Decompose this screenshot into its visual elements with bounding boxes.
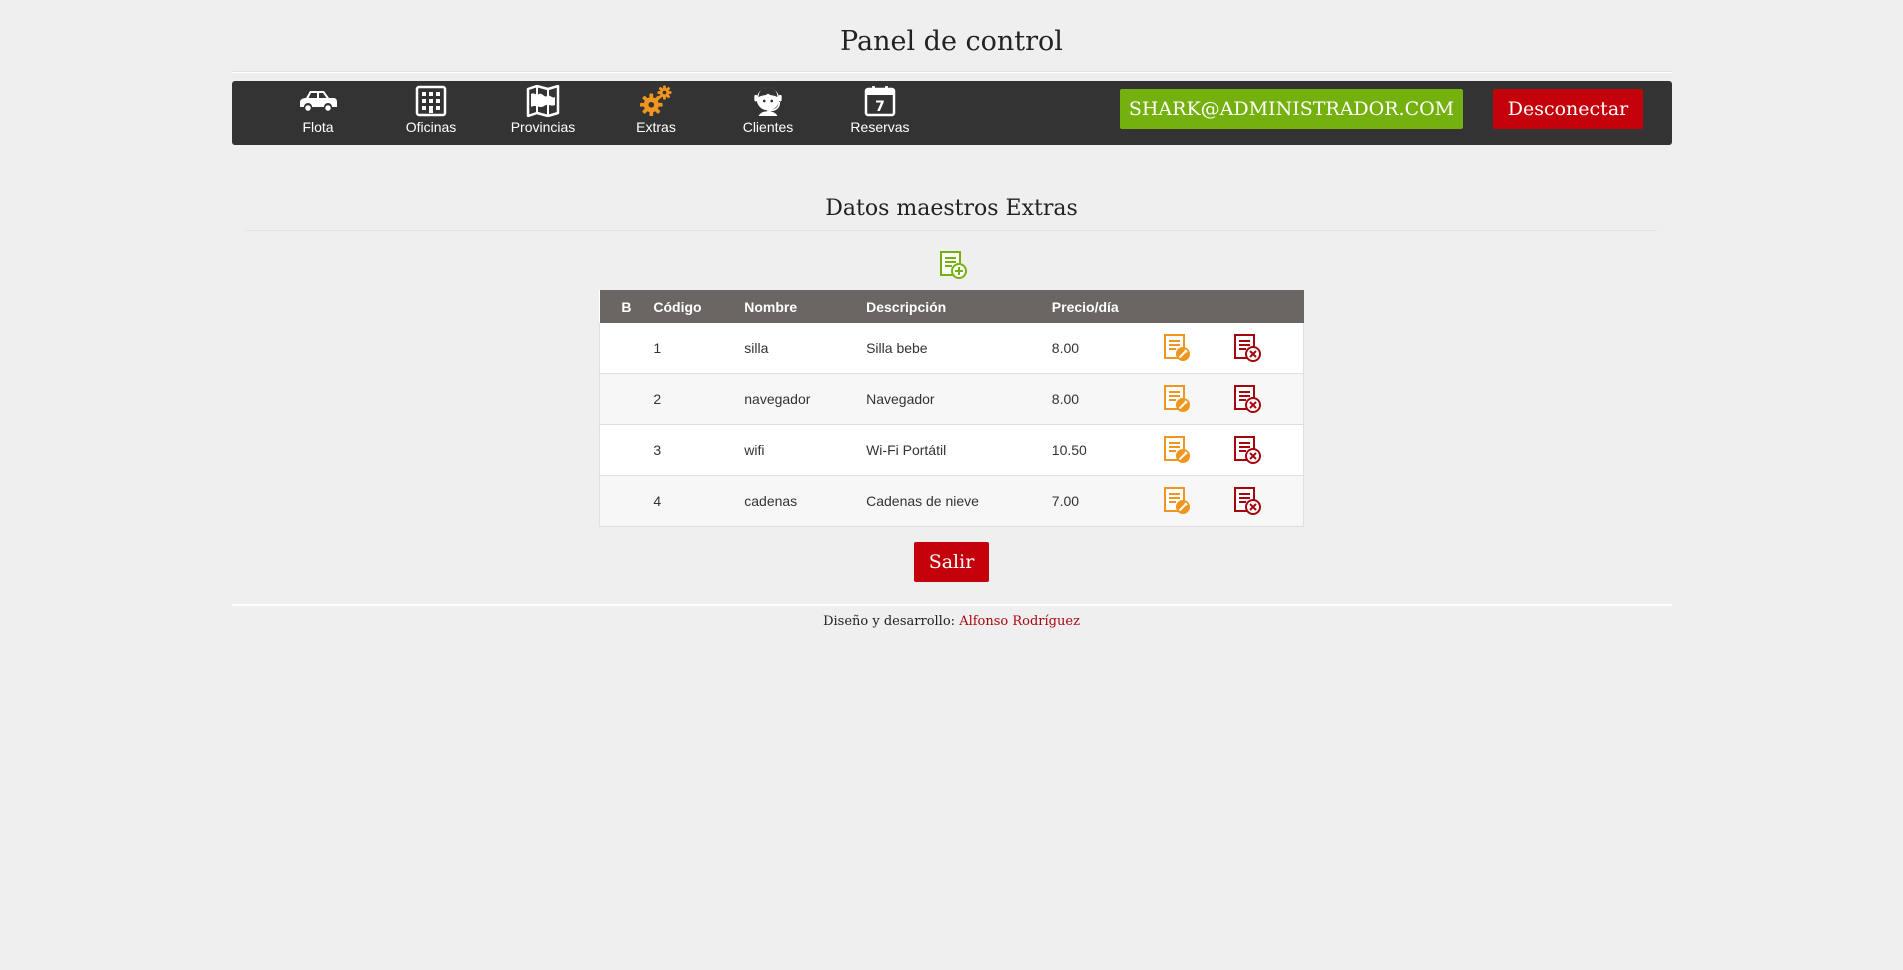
footer: Diseño y desarrollo: Alfonso Rodríguez xyxy=(0,614,1903,629)
col-header-edit xyxy=(1161,290,1232,323)
nav-item-clientes[interactable]: Clientes xyxy=(718,85,818,141)
map-icon xyxy=(526,85,560,117)
section-divider xyxy=(245,230,1657,231)
edit-button[interactable] xyxy=(1162,435,1192,465)
cell-codigo: 1 xyxy=(653,323,745,374)
nav-item-reservas[interactable]: 7 Reservas xyxy=(830,85,930,141)
edit-button[interactable] xyxy=(1162,384,1192,414)
cell-delete xyxy=(1231,323,1304,374)
table-row: 1 silla Silla bebe 8.00 xyxy=(599,323,1304,374)
cell-codigo: 3 xyxy=(653,424,745,476)
cell-precio: 8.00 xyxy=(1051,323,1162,374)
car-icon xyxy=(300,91,337,113)
nav-item-oficinas[interactable]: Oficinas xyxy=(381,85,481,141)
edit-button[interactable] xyxy=(1162,486,1192,516)
cell-descripcion: Navegador xyxy=(866,373,1052,425)
cell-precio: 10.50 xyxy=(1051,424,1162,476)
cell-b xyxy=(599,323,654,374)
cell-edit xyxy=(1161,323,1232,374)
col-header-descripcion: Descripción xyxy=(866,290,1052,323)
footer-credit-label: Diseño y desarrollo: xyxy=(823,614,956,629)
edit-icon xyxy=(1163,436,1190,463)
cell-b xyxy=(599,424,654,476)
table-row: 2 navegador Navegador 8.00 xyxy=(599,373,1304,425)
section-title: Datos maestros Extras xyxy=(825,196,1078,221)
delete-button[interactable] xyxy=(1232,333,1262,363)
table-row: 4 cadenas Cadenas de nieve 7.00 xyxy=(599,475,1304,527)
cell-codigo: 2 xyxy=(653,373,745,425)
edit-button[interactable] xyxy=(1162,333,1192,363)
user-account-button[interactable]: SHARK@ADMINISTRADOR.COM xyxy=(1120,89,1463,129)
cell-descripcion: Wi-Fi Portátil xyxy=(866,424,1052,476)
cell-precio: 8.00 xyxy=(1051,373,1162,425)
delete-button[interactable] xyxy=(1232,435,1262,465)
col-header-precio: Precio/día xyxy=(1051,290,1162,323)
edit-icon xyxy=(1163,487,1190,514)
cell-delete xyxy=(1231,373,1304,425)
table-header-row: B Código Nombre Descripción Precio/día xyxy=(599,290,1304,323)
delete-icon xyxy=(1233,436,1261,464)
nav-label: Extras xyxy=(636,119,676,135)
cell-delete xyxy=(1231,424,1304,476)
table-row: 3 wifi Wi-Fi Portátil 10.50 xyxy=(599,424,1304,476)
logout-button[interactable]: Desconectar xyxy=(1493,89,1643,129)
cell-b xyxy=(599,373,654,425)
cell-edit xyxy=(1161,424,1232,476)
building-icon xyxy=(415,85,447,117)
footer-author-link[interactable]: Alfonso Rodríguez xyxy=(959,614,1080,629)
nav-item-provincias[interactable]: Provincias xyxy=(493,85,593,141)
delete-icon xyxy=(1233,385,1261,413)
nav-label: Clientes xyxy=(742,119,794,135)
edit-icon xyxy=(1163,385,1190,412)
calendar-day: 7 xyxy=(875,99,885,115)
add-record-button[interactable] xyxy=(938,250,968,280)
delete-button[interactable] xyxy=(1232,384,1262,414)
cell-nombre: cadenas xyxy=(744,475,867,527)
footer-divider xyxy=(232,604,1672,606)
col-header-b: B xyxy=(599,290,654,323)
gears-icon xyxy=(640,85,672,117)
nav-label: Oficinas xyxy=(405,119,457,135)
nav-item-extras[interactable]: Extras xyxy=(606,85,706,141)
delete-icon xyxy=(1233,487,1261,515)
cell-b xyxy=(599,475,654,527)
nav-label: Provincias xyxy=(510,119,576,135)
cell-nombre: silla xyxy=(744,323,867,374)
exit-button[interactable]: Salir xyxy=(914,542,989,582)
header-divider xyxy=(232,71,1672,73)
nav-item-flota[interactable]: Flota xyxy=(268,85,368,141)
cell-nombre: navegador xyxy=(744,373,867,425)
calendar-icon: 7 xyxy=(864,86,896,117)
delete-button[interactable] xyxy=(1232,486,1262,516)
nav-label: Flota xyxy=(302,119,334,135)
cell-edit xyxy=(1161,475,1232,527)
col-header-nombre: Nombre xyxy=(744,290,867,323)
add-record-icon xyxy=(940,251,967,279)
cell-delete xyxy=(1231,475,1304,527)
cell-descripcion: Cadenas de nieve xyxy=(866,475,1052,527)
page-title: Panel de control xyxy=(840,26,1063,57)
nav-label: Reservas xyxy=(850,119,910,135)
col-header-delete xyxy=(1231,290,1304,323)
main-navbar: Flota Oficinas Provincias Extras Cliente… xyxy=(232,81,1672,145)
extras-table: B Código Nombre Descripción Precio/día 1… xyxy=(599,290,1304,527)
cell-descripcion: Silla bebe xyxy=(866,323,1052,374)
support-agent-icon xyxy=(754,87,782,117)
edit-icon xyxy=(1163,334,1190,361)
col-header-codigo: Código xyxy=(653,290,745,323)
delete-icon xyxy=(1233,334,1261,362)
cell-nombre: wifi xyxy=(744,424,867,476)
cell-edit xyxy=(1161,373,1232,425)
cell-precio: 7.00 xyxy=(1051,475,1162,527)
cell-codigo: 4 xyxy=(653,475,745,527)
